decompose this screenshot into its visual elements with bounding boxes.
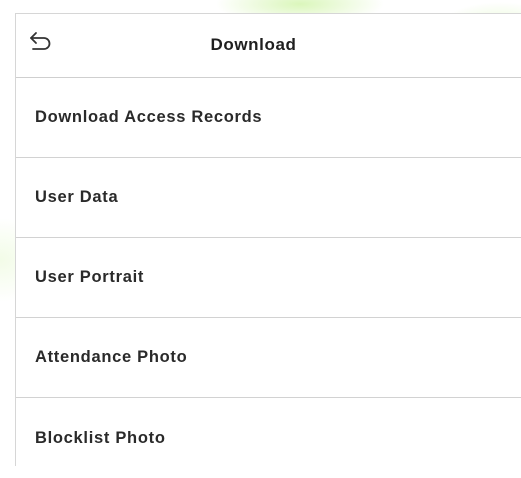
menu-item-download-access-records[interactable]: Download Access Records (16, 78, 521, 158)
menu-item-attendance-photo[interactable]: Attendance Photo (16, 318, 521, 398)
download-screen: Download Download Access Records User Da… (15, 13, 521, 466)
menu-item-user-portrait[interactable]: User Portrait (16, 238, 521, 318)
download-menu: Download Access Records User Data User P… (16, 78, 521, 478)
header-bar: Download (16, 14, 521, 78)
page-title: Download (210, 35, 297, 54)
menu-item-blocklist-photo[interactable]: Blocklist Photo (16, 398, 521, 478)
menu-item-user-data[interactable]: User Data (16, 158, 521, 238)
